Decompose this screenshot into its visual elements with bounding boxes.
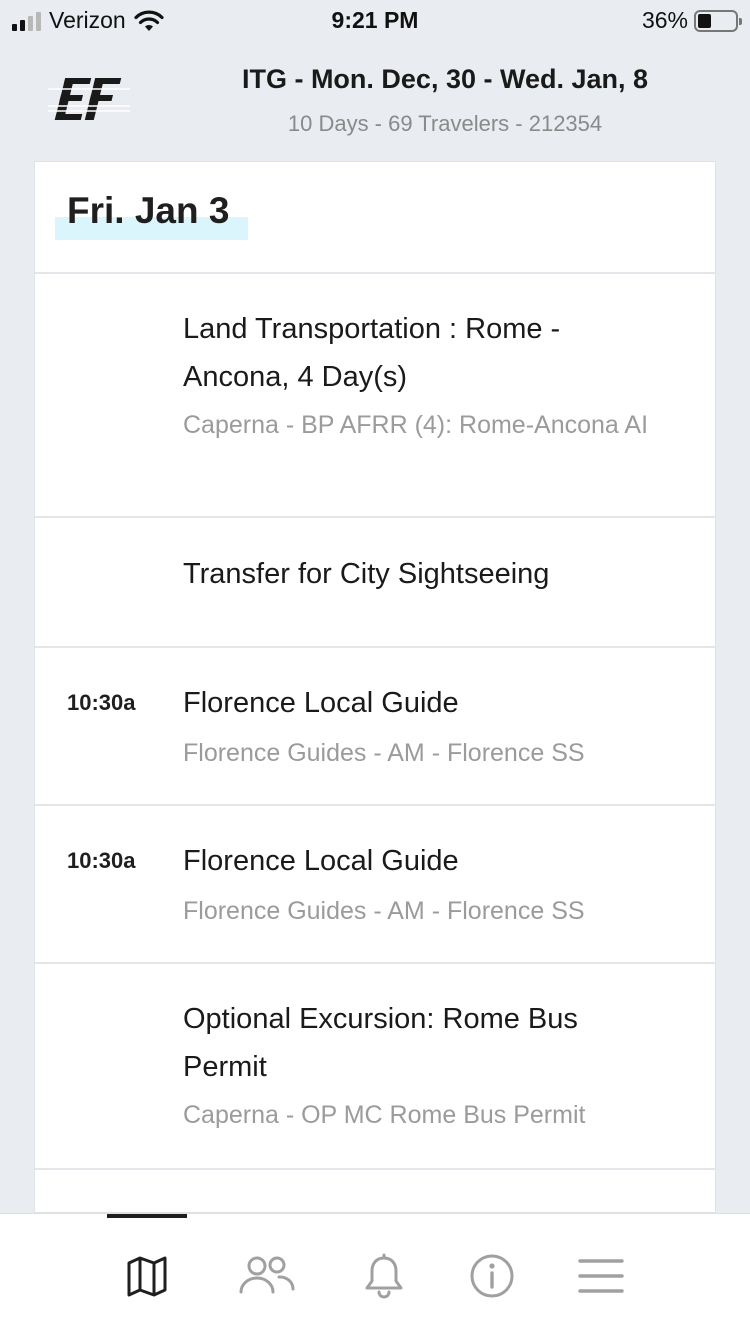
ef-logo [48,78,130,120]
item-title: Florence Local Guide [183,687,459,719]
people-icon [239,1256,295,1294]
item-title: Transfer for City Sightseeing [183,558,550,590]
item-title: Land Transportation : Rome - Ancona, 4 D… [183,313,561,393]
itinerary-item[interactable]: 10:30a Florence Local Guide Florence Gui… [35,806,715,964]
tab-travelers[interactable] [226,1244,306,1308]
item-subtitle: Florence Guides - AM - Florence SS [183,897,585,925]
trip-title: ITG - Mon. Dec, 30 - Wed. Jan, 8 [241,64,649,94]
status-bar: Verizon 9:21 PM 36% [0,0,750,40]
item-subtitle: Caperna - OP MC Rome Bus Permit [183,1101,586,1129]
tab-itinerary[interactable] [107,1244,187,1308]
trip-subtitle: 10 Days - 69 Travelers - 212354 [287,111,603,136]
itinerary-item[interactable]: 10:30a Florence Local Guide Florence Gui… [35,648,715,806]
bell-icon [365,1253,403,1299]
item-time: 10:30a [67,690,136,715]
map-icon [127,1256,167,1297]
battery-icon [694,9,742,32]
item-subtitle: Caperna - BP AFRR (4): Rome-Ancona AI [183,411,649,439]
menu-icon [578,1259,624,1293]
itinerary-item[interactable]: Transfer for City Sightseeing [35,518,715,648]
battery-percent: 36% [641,7,688,33]
tab-notifications[interactable] [344,1244,424,1308]
itinerary-item[interactable]: Land Transportation : Rome - Ancona, 4 D… [35,274,715,518]
day-title: Fri. Jan 3 [67,190,230,231]
trip-header: ITG - Mon. Dec, 30 - Wed. Jan, 8 10 Days… [0,40,750,160]
itinerary-card: Fri. Jan 3 Land Transportation : Rome - … [34,161,716,1213]
day-header: Fri. Jan 3 [35,162,715,274]
item-subtitle: Florence Guides - AM - Florence SS [183,739,585,767]
itinerary-item[interactable]: Optional Excursion: Rome Bus Permit Cape… [35,964,715,1170]
info-icon [470,1254,514,1298]
tab-bar [0,1213,750,1334]
active-tab-indicator [107,1214,187,1218]
item-title: Florence Local Guide [183,845,459,877]
item-time: 10:30a [67,848,136,873]
item-title: Optional Excursion: Rome Bus Permit [183,1003,578,1083]
tab-menu[interactable] [561,1244,641,1308]
status-time: 9:21 PM [331,7,419,33]
tab-info[interactable] [452,1244,532,1308]
battery-fill [698,13,711,28]
